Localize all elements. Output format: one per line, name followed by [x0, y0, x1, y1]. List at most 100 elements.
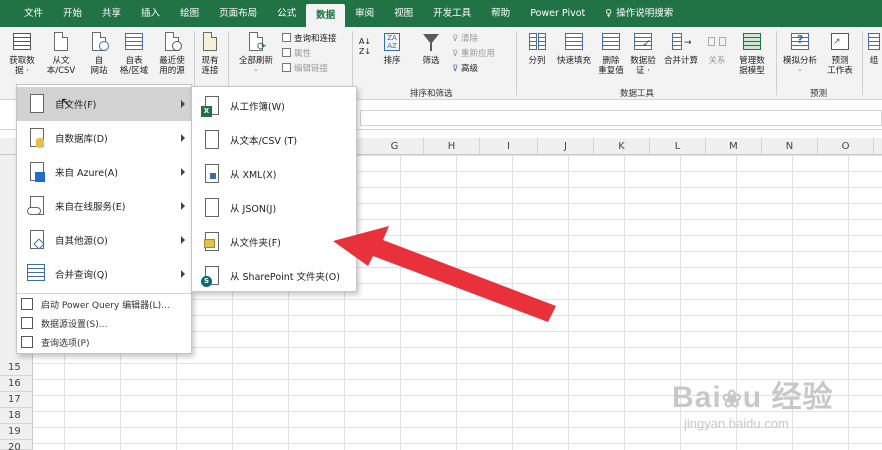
submenu-item-label: 从 XML(X) [230, 170, 277, 181]
tab-data[interactable]: 数据 [306, 4, 346, 27]
row-header[interactable]: 16 [0, 376, 33, 392]
advanced-filter-button[interactable]: ⊽ 高级 [452, 63, 478, 75]
outline-icon [867, 31, 881, 53]
menu-item-label: 启动 Power Query 编辑器(L)... [41, 300, 170, 311]
submenu-item-from-folder[interactable]: 从文件夹(F) [192, 225, 356, 259]
menu-item-launch-power-query[interactable]: 启动 Power Query 编辑器(L)... [17, 295, 191, 313]
tab-home[interactable]: 开始 [53, 0, 92, 27]
from-table-button[interactable]: 自表 格/区域 [116, 31, 152, 76]
text-to-columns-icon [526, 31, 548, 53]
column-header[interactable]: G [366, 138, 424, 155]
submenu-item-label: 从文本/CSV (T) [230, 136, 298, 147]
filter-button[interactable]: 筛选 [416, 31, 446, 66]
submenu-item-label: 从 JSON(J) [230, 204, 277, 215]
queries-connections-button[interactable]: 查询和连接 [282, 33, 337, 45]
properties-icon [282, 48, 291, 57]
relationships-button[interactable]: 关系 [704, 31, 730, 66]
tab-file[interactable]: 文件 [14, 0, 53, 27]
menu-item-from-other-sources[interactable]: 自其他源(O) [17, 223, 191, 257]
manage-data-model-button[interactable]: 管理数 据模型 [732, 31, 772, 76]
from-table-label: 自表 格/区域 [119, 56, 149, 76]
refresh-all-label: 全部刷新 · [238, 56, 273, 76]
column-header[interactable]: I [480, 138, 538, 155]
column-header[interactable]: L [650, 138, 706, 155]
tab-page-layout[interactable]: 页面布局 [209, 0, 267, 27]
column-header[interactable]: K [594, 138, 650, 155]
tab-help[interactable]: 帮助 [481, 0, 520, 27]
tab-insert[interactable]: 插入 [131, 0, 170, 27]
consolidate-button[interactable]: → 合并计算 [660, 31, 702, 66]
tab-power-pivot[interactable]: Power Pivot [520, 0, 595, 27]
from-text-csv-button[interactable]: 从文 本/CSV [44, 31, 78, 76]
row-header[interactable]: 18 [0, 408, 33, 424]
refresh-all-button[interactable]: ⟳ 全部刷新 · [234, 31, 278, 76]
menu-item-from-database[interactable]: 自数据库(D) [17, 121, 191, 155]
forecast-chart-icon: ↗ [829, 31, 851, 53]
reapply-button[interactable]: ⊽ 重新应用 [452, 48, 495, 60]
menu-item-label: 来自 Azure(A) [55, 168, 118, 179]
properties-label: 属性 [294, 49, 312, 59]
row-header[interactable]: 17 [0, 392, 33, 408]
tab-formulas[interactable]: 公式 [267, 0, 306, 27]
baidu-jingyan-watermark-logo: Bai❀u 经验 jingyan.baidu.com [672, 381, 834, 431]
menu-item-from-online-services[interactable]: 来自在线服务(E) [17, 189, 191, 223]
excel-workbook-icon: X [200, 94, 224, 118]
sort-az-button[interactable]: A↓ Z↓ [358, 37, 372, 57]
tab-developer[interactable]: 开发工具 [423, 0, 481, 27]
menu-item-query-options[interactable]: 查询选项(P) [17, 333, 191, 351]
remove-duplicates-label: 删除 重复值 [598, 56, 624, 76]
from-web-button[interactable]: 自 网站 [84, 31, 114, 76]
menu-item-combine-queries[interactable]: 合并查询(Q) [17, 257, 191, 291]
column-header[interactable]: J [538, 138, 594, 155]
outline-label: 组 [869, 56, 879, 66]
get-data-icon [11, 31, 33, 53]
column-header[interactable]: O [818, 138, 874, 155]
mouse-cursor-icon: ↖ [60, 95, 72, 111]
menu-item-label: 自其他源(O) [55, 236, 108, 247]
tell-me-search[interactable]: ♀ 操作说明搜索 [595, 0, 683, 27]
submenu-item-from-json[interactable]: 从 JSON(J) [192, 191, 356, 225]
menu-item-data-source-settings[interactable]: 数据源设置(S)... [17, 314, 191, 332]
formula-input[interactable] [360, 110, 882, 126]
column-header[interactable]: N [762, 138, 818, 155]
existing-connections-button[interactable]: 现有 连接 [196, 31, 224, 76]
menu-item-from-azure[interactable]: 来自 Azure(A) [17, 155, 191, 189]
ribbon-tab-bar: 文件 开始 共享 插入 绘图 页面布局 公式 数据 审阅 视图 开发工具 帮助 … [0, 0, 882, 27]
edit-links-icon [282, 63, 291, 72]
manage-data-model-label: 管理数 据模型 [739, 56, 765, 76]
properties-button[interactable]: 属性 [282, 48, 311, 60]
what-if-analysis-button[interactable]: ? 模拟分析 · [778, 31, 822, 76]
flash-fill-button[interactable]: 快速填充 [554, 31, 594, 66]
submenu-item-from-text-csv[interactable]: 从文本/CSV (T) [192, 123, 356, 157]
submenu-item-from-xml[interactable]: 从 XML(X) [192, 157, 356, 191]
submenu-arrow-icon [181, 236, 185, 244]
row-header[interactable]: 15 [0, 360, 33, 376]
column-header[interactable]: H [424, 138, 480, 155]
what-if-icon: ? [789, 31, 811, 53]
recent-sources-label: 最近使 用的源 [159, 56, 185, 76]
forecast-sheet-button[interactable]: ↗ 预测 工作表 [822, 31, 858, 76]
tab-draw[interactable]: 绘图 [170, 0, 209, 27]
query-options-icon [21, 336, 33, 348]
table-icon [123, 31, 145, 53]
sort-button[interactable]: ZA AZ 排序 [378, 31, 406, 66]
reapply-icon: ⊽ [452, 49, 461, 59]
row-header[interactable]: 19 [0, 424, 33, 440]
submenu-item-from-sharepoint-folder[interactable]: S 从 SharePoint 文件夹(O) [192, 259, 356, 293]
submenu-item-from-workbook[interactable]: X 从工作簿(W) [192, 89, 356, 123]
tell-me-label: 操作说明搜索 [616, 8, 674, 19]
tab-review[interactable]: 审阅 [345, 0, 384, 27]
edit-links-button[interactable]: 编辑链接 [282, 63, 328, 75]
text-to-columns-button[interactable]: 分列 [522, 31, 552, 66]
tab-share[interactable]: 共享 [92, 0, 131, 27]
tab-view[interactable]: 视图 [384, 0, 423, 27]
column-header[interactable]: M [706, 138, 762, 155]
recent-sources-button[interactable]: 最近使 用的源 [154, 31, 190, 76]
menu-item-from-file[interactable]: 自文件(F) [17, 87, 191, 121]
clear-button[interactable]: ⊽ 清除 [452, 33, 478, 45]
row-header[interactable]: 20 [0, 440, 33, 450]
outline-group-button[interactable]: 组 [866, 31, 882, 66]
get-data-button[interactable]: 获取数 据 · [4, 31, 40, 76]
data-validation-button[interactable]: ✓ 数据验 证 · [626, 31, 660, 76]
remove-duplicates-button[interactable]: 删除 重复值 [596, 31, 626, 76]
